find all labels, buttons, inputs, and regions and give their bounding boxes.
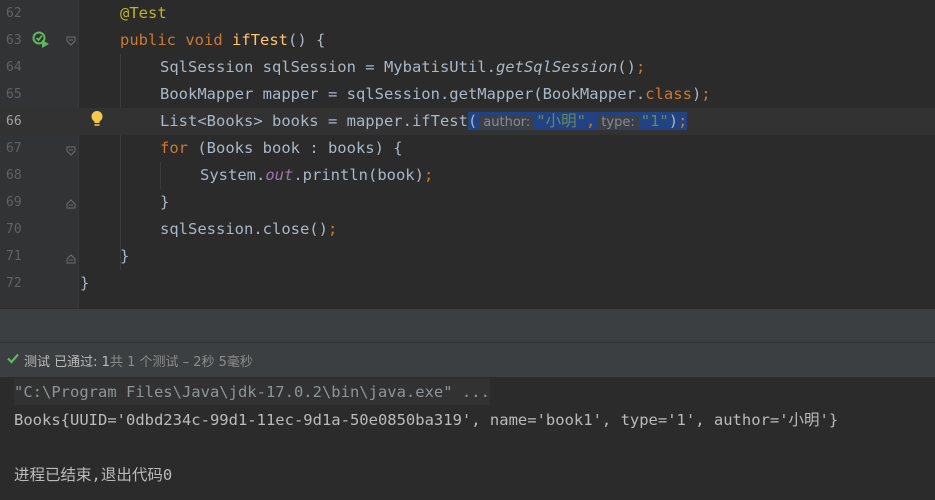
code-line-62[interactable]: 62 @Test	[0, 0, 935, 27]
code-text: () {	[288, 31, 326, 49]
code-line-71[interactable]: 71 }	[0, 243, 935, 270]
method-name: ifTest	[232, 31, 289, 49]
fold-icon[interactable]	[66, 199, 76, 209]
line-number: 62	[6, 6, 22, 21]
fold-icon[interactable]	[66, 146, 76, 156]
semicolon: ;	[327, 220, 338, 238]
line-number: 63	[6, 33, 22, 48]
code-line-64[interactable]: 64 SqlSession sqlSession = MybatisUtil.g…	[0, 54, 935, 81]
string-arg: "1"	[640, 112, 669, 130]
code-text: }	[80, 274, 90, 292]
keyword: class	[645, 85, 692, 103]
test-annotation: @Test	[120, 4, 167, 22]
test-status-label: 测试 已通过:	[24, 355, 102, 370]
code-text: }	[160, 193, 170, 211]
code-line-70[interactable]: 70 sqlSession.close();	[0, 216, 935, 243]
code-text: )	[691, 85, 702, 103]
comma: ,	[585, 112, 596, 130]
semicolon: ;	[635, 58, 646, 76]
paren: (	[467, 112, 478, 130]
line-number: 70	[6, 222, 22, 237]
line-number: 66	[6, 114, 22, 129]
semicolon: ;	[423, 166, 434, 184]
code-text: ()	[617, 58, 636, 76]
static-field: out	[265, 166, 294, 184]
semicolon: ;	[701, 85, 711, 103]
code-line-63[interactable]: 63 public void ifTest() {	[0, 27, 935, 54]
run-test-icon[interactable]	[32, 31, 50, 49]
code-text: (Books book : books) {	[188, 139, 403, 157]
keyword: void	[185, 31, 223, 49]
string-arg: "小明"	[536, 112, 586, 130]
run-console[interactable]: "C:\Program Files\Java\jdk-17.0.2\bin\ja…	[0, 377, 935, 500]
code-text: sqlSession.close()	[160, 220, 328, 238]
code-line-67[interactable]: 67 for (Books book : books) {	[0, 135, 935, 162]
passed-count: 1	[101, 355, 110, 370]
code-text: }	[120, 247, 130, 265]
code-text: List<Books> books = mapper.ifTest	[160, 112, 468, 130]
test-status-bar: 测试 已通过: 1共 1 个测试 – 2秒 5毫秒	[0, 342, 935, 377]
line-number: 67	[6, 141, 22, 156]
static-call: getSqlSession	[495, 58, 618, 76]
lightbulb-icon[interactable]	[90, 110, 104, 128]
code-line-66[interactable]: 66 List<Books> books = mapper.ifTest(aut…	[0, 108, 935, 135]
semicolon: ;	[678, 112, 688, 130]
line-number: 72	[6, 276, 22, 291]
code-text: System.	[200, 166, 266, 184]
code-line-68[interactable]: 68 System.out.println(book);	[0, 162, 935, 189]
line-number: 69	[6, 195, 22, 210]
selection[interactable]: (author: "小明", type: "1");	[467, 112, 688, 130]
code-text: BookMapper mapper = sqlSession.getMapper…	[160, 85, 646, 103]
keyword: public	[120, 31, 176, 49]
param-hint-type: type:	[597, 115, 639, 130]
line-number: 71	[6, 249, 22, 264]
keyword: for	[160, 139, 188, 157]
code-line-65[interactable]: 65 BookMapper mapper = sqlSession.getMap…	[0, 81, 935, 108]
code-line-72[interactable]: 72 }	[0, 270, 935, 297]
code-text: SqlSession sqlSession = MybatisUtil.	[160, 58, 496, 76]
code-text: .println(book)	[293, 166, 424, 184]
code-line-69[interactable]: 69 }	[0, 189, 935, 216]
line-number: 65	[6, 87, 22, 102]
test-duration: 共 1 个测试 – 2秒 5毫秒	[109, 355, 253, 370]
fold-icon[interactable]	[66, 36, 76, 46]
paren: )	[668, 112, 679, 130]
line-number: 64	[6, 60, 22, 75]
panel-splitter[interactable]	[0, 308, 935, 342]
console-output-line: Books{UUID='0dbd234c-99d1-11ec-9d1a-50e0…	[14, 411, 839, 429]
code-editor[interactable]: 62 @Test 63 public void ifTest() { 64 Sq…	[0, 0, 935, 308]
check-icon	[7, 353, 19, 364]
line-number: 68	[6, 168, 22, 183]
console-exit-line: 进程已结束,退出代码0	[14, 466, 173, 484]
console-command-line[interactable]: "C:\Program Files\Java\jdk-17.0.2\bin\ja…	[14, 379, 490, 405]
param-hint-author: author:	[479, 115, 535, 130]
fold-icon[interactable]	[66, 254, 76, 264]
